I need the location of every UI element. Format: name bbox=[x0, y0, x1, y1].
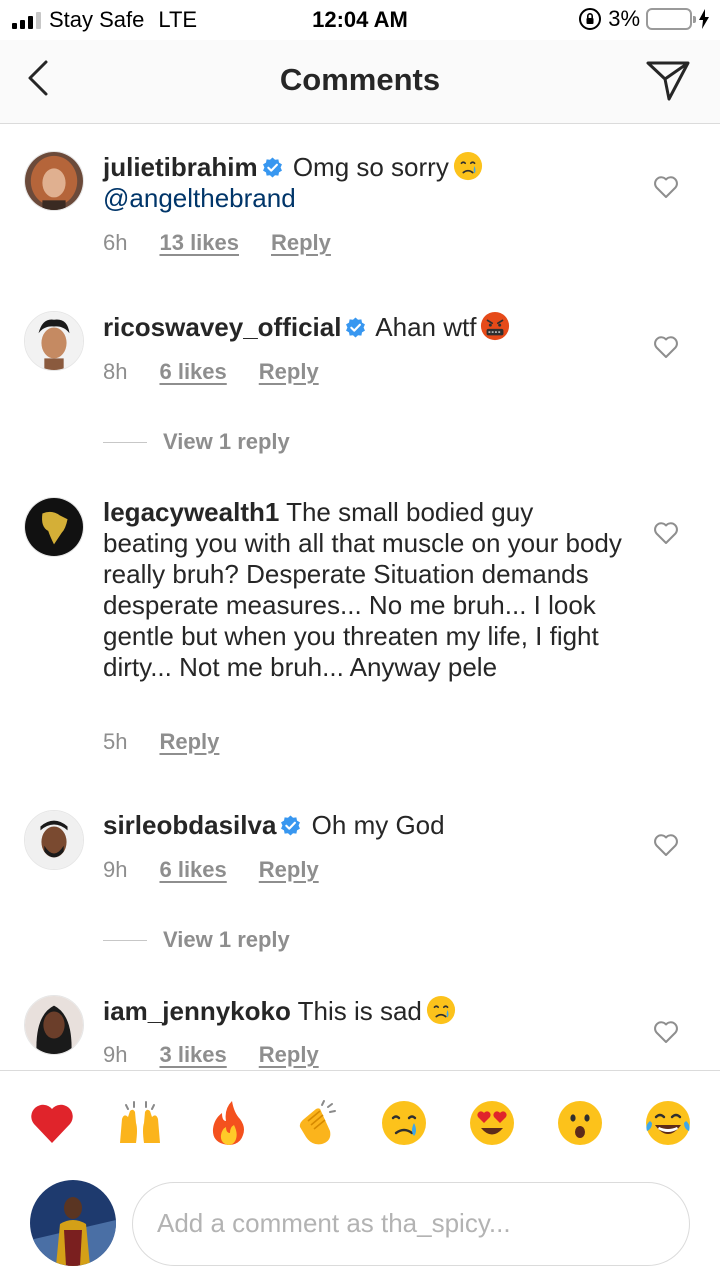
current-user-avatar bbox=[30, 1180, 116, 1266]
avatar[interactable] bbox=[24, 995, 84, 1055]
comment-text: legacywealth1 The small bodied guy beati… bbox=[103, 497, 623, 683]
comment-username[interactable]: iam_jennykoko bbox=[103, 996, 291, 1026]
fire-icon[interactable] bbox=[204, 1099, 252, 1147]
like-heart-icon[interactable] bbox=[653, 1020, 679, 1044]
view-replies-button[interactable]: View 1 reply bbox=[103, 927, 290, 953]
replies-divider bbox=[103, 939, 147, 941]
comment-input[interactable] bbox=[157, 1183, 667, 1263]
avatar[interactable] bbox=[24, 311, 84, 371]
likes-link[interactable]: 6 likes bbox=[159, 857, 226, 883]
battery-icon bbox=[646, 8, 696, 30]
like-heart-icon[interactable] bbox=[653, 335, 679, 359]
comment-meta: 9h 6 likes Reply bbox=[103, 857, 319, 883]
reply-button[interactable]: Reply bbox=[271, 230, 331, 256]
comment-text: julietibrahim Omg so sorry @angelthebran… bbox=[103, 151, 623, 214]
view-replies-label[interactable]: View 1 reply bbox=[163, 927, 290, 953]
red-heart-icon[interactable] bbox=[28, 1099, 76, 1147]
comment-input-wrapper bbox=[132, 1182, 690, 1266]
reply-button[interactable]: Reply bbox=[259, 1042, 319, 1068]
likes-link[interactable]: 13 likes bbox=[159, 230, 239, 256]
comment-username[interactable]: ricoswavey_official bbox=[103, 312, 341, 342]
reply-button[interactable]: Reply bbox=[159, 729, 219, 755]
avatar-image bbox=[25, 996, 83, 1054]
comment-time: 9h bbox=[103, 857, 128, 882]
status-bar: Stay Safe LTE 12:04 AM 3% bbox=[0, 0, 720, 40]
avatar-image bbox=[30, 1180, 116, 1266]
verified-badge-icon bbox=[346, 317, 366, 338]
like-heart-icon[interactable] bbox=[653, 521, 679, 545]
likes-link[interactable]: 6 likes bbox=[159, 359, 226, 385]
verified-badge-icon bbox=[262, 157, 282, 178]
comment-composer bbox=[0, 1174, 720, 1280]
avatar-image bbox=[25, 312, 83, 370]
avatar-image bbox=[25, 152, 83, 210]
surprised-face-icon[interactable] bbox=[556, 1099, 604, 1147]
quick-reactions-bar bbox=[0, 1070, 720, 1174]
comment-text: iam_jennykoko This is sad bbox=[103, 995, 623, 1027]
reply-button[interactable]: Reply bbox=[259, 857, 319, 883]
orientation-lock-icon bbox=[579, 8, 602, 30]
comment-username[interactable]: legacywealth1 bbox=[103, 497, 279, 527]
charging-bolt-icon bbox=[699, 9, 709, 29]
direct-send-icon[interactable] bbox=[644, 56, 692, 104]
like-heart-icon[interactable] bbox=[653, 833, 679, 857]
comments-list[interactable]: julietibrahim Omg so sorry @angelthebran… bbox=[0, 125, 720, 1070]
comment-time: 6h bbox=[103, 230, 128, 255]
status-right: 3% bbox=[578, 6, 710, 32]
avatar[interactable] bbox=[24, 151, 84, 211]
tears-of-joy-icon[interactable] bbox=[644, 1099, 692, 1147]
clapping-hands-icon[interactable] bbox=[292, 1099, 340, 1147]
avatar[interactable] bbox=[24, 810, 84, 870]
crying-face-icon bbox=[453, 151, 482, 181]
cursing-face-icon bbox=[481, 311, 510, 341]
raising-hands-icon[interactable] bbox=[116, 1099, 164, 1147]
likes-link[interactable]: 3 likes bbox=[159, 1042, 226, 1068]
crying-face-icon[interactable] bbox=[380, 1099, 428, 1147]
like-heart-icon[interactable] bbox=[653, 175, 679, 199]
header: Comments bbox=[0, 40, 720, 124]
comment-username[interactable]: sirleobdasilva bbox=[103, 810, 276, 840]
comment-text: ricoswavey_official Ahan wtf bbox=[103, 311, 623, 343]
comment-meta: 9h 3 likes Reply bbox=[103, 1042, 319, 1068]
comment-message: Oh my God bbox=[311, 810, 445, 840]
comment-time: 9h bbox=[103, 1042, 128, 1067]
comment-username[interactable]: julietibrahim bbox=[103, 152, 258, 182]
comment-meta: 5h Reply bbox=[103, 729, 219, 755]
verified-badge-icon bbox=[281, 815, 301, 836]
avatar-image bbox=[25, 498, 83, 556]
avatar-image bbox=[25, 811, 83, 869]
avatar[interactable] bbox=[24, 497, 84, 557]
comment-message: Omg so sorry bbox=[292, 152, 449, 182]
comment-message: Ahan wtf bbox=[375, 312, 477, 342]
comment-message: This is sad bbox=[297, 996, 422, 1026]
comment-time: 5h bbox=[103, 729, 128, 754]
comment-time: 8h bbox=[103, 359, 128, 384]
heart-eyes-icon[interactable] bbox=[468, 1099, 516, 1147]
battery-percent: 3% bbox=[608, 6, 640, 31]
view-replies-label[interactable]: View 1 reply bbox=[163, 429, 290, 455]
comment-text: sirleobdasilva Oh my God bbox=[103, 810, 623, 841]
comment-meta: 8h 6 likes Reply bbox=[103, 359, 319, 385]
replies-divider bbox=[103, 441, 147, 443]
mention-link[interactable]: @angelthebrand bbox=[103, 183, 296, 213]
comment-meta: 6h 13 likes Reply bbox=[103, 230, 331, 256]
crying-face-icon bbox=[426, 995, 455, 1025]
view-replies-button[interactable]: View 1 reply bbox=[103, 429, 290, 455]
reply-button[interactable]: Reply bbox=[259, 359, 319, 385]
page-title: Comments bbox=[279, 62, 441, 97]
